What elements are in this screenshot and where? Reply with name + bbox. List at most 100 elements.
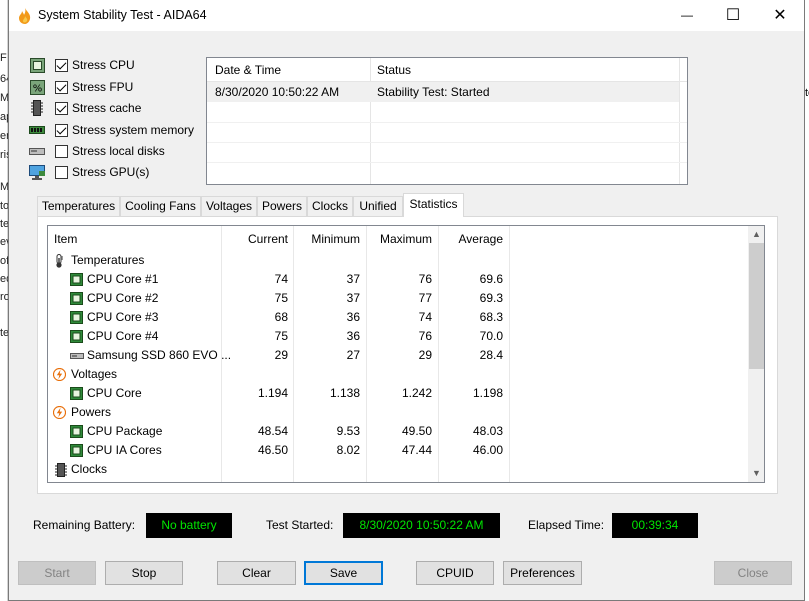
group-label: Voltages <box>71 367 118 381</box>
group-label: Temperatures <box>71 253 145 267</box>
cpu-chip-icon <box>29 57 45 73</box>
save-button[interactable]: Save <box>304 561 383 585</box>
minimum-value: 37 <box>346 291 360 305</box>
stress-disks-checkbox[interactable] <box>55 144 68 158</box>
stress-cache-label[interactable]: Stress cache <box>72 101 141 115</box>
stress-gpu-label[interactable]: Stress GPU(s) <box>72 165 149 179</box>
statistics-table[interactable]: Item Current Minimum Maximum Average Tem… <box>47 225 765 483</box>
background-text: ro <box>0 291 8 303</box>
log-column-divider <box>679 58 680 184</box>
log-header-datetime[interactable]: Date & Time <box>215 63 281 77</box>
table-row[interactable]: CPU Core #2 75 37 77 69.3 <box>48 289 748 308</box>
maximize-button[interactable]: ☐ <box>710 0 756 31</box>
table-row[interactable]: CPU Core 1.194 1.138 1.242 1.198 <box>48 384 748 403</box>
clear-button[interactable]: Clear <box>217 561 296 585</box>
log-row[interactable]: 8/30/2020 10:50:22 AM Stability Test: St… <box>207 82 679 102</box>
table-row[interactable]: CPU IA Cores 46.50 8.02 47.44 46.00 <box>48 441 748 460</box>
event-log-list[interactable]: Date & Time Status 8/30/2020 10:50:22 AM… <box>206 57 688 185</box>
background-text: ev <box>0 236 8 248</box>
stress-memory-option[interactable]: Stress system memory <box>29 120 194 140</box>
log-header: Date & Time Status <box>207 58 687 82</box>
stress-gpu-option[interactable]: Stress GPU(s) <box>29 162 149 182</box>
stress-fpu-option[interactable]: % Stress FPU <box>29 77 133 97</box>
tab-powers[interactable]: Powers <box>257 196 307 216</box>
current-value: 1.194 <box>257 386 288 400</box>
stress-disks-option[interactable]: Stress local disks <box>29 141 165 161</box>
group-row-powers[interactable]: Powers <box>48 403 748 422</box>
maximum-value: 77 <box>418 291 432 305</box>
header-average[interactable]: Average <box>441 226 503 252</box>
average-value: 68.3 <box>479 310 503 324</box>
tab-voltages[interactable]: Voltages <box>201 196 257 216</box>
cpu-chip-icon <box>70 422 83 441</box>
stress-memory-checkbox[interactable] <box>55 123 68 137</box>
close-button[interactable]: Close <box>714 561 792 585</box>
background-text: ris <box>0 149 8 161</box>
elapsed-time-value: 00:39:34 <box>612 513 698 538</box>
header-minimum[interactable]: Minimum <box>296 226 360 252</box>
background-text: ed <box>0 273 8 285</box>
minimum-value: 9.53 <box>336 424 360 438</box>
log-status: Stability Test: Started <box>377 85 490 99</box>
background-text: to <box>0 200 8 212</box>
stress-memory-label[interactable]: Stress system memory <box>72 123 194 137</box>
tab-temperatures[interactable]: Temperatures <box>37 196 120 216</box>
title-bar[interactable]: System Stability Test - AIDA64 — ☐ ✕ <box>9 0 804 31</box>
stress-fpu-label[interactable]: Stress FPU <box>72 80 133 94</box>
maximum-value: 1.242 <box>401 386 432 400</box>
start-button[interactable]: Start <box>18 561 96 585</box>
table-row[interactable]: CPU Core #1 74 37 76 69.6 <box>48 270 748 289</box>
stress-cpu-option[interactable]: Stress CPU <box>29 55 135 75</box>
scroll-up-icon[interactable]: ▲ <box>748 226 764 243</box>
test-started-label: Test Started: <box>266 518 334 532</box>
statistics-panel: Item Current Minimum Maximum Average Tem… <box>37 216 778 494</box>
header-maximum[interactable]: Maximum <box>369 226 432 252</box>
background-app-edge-right: te <box>805 0 809 601</box>
stop-button[interactable]: Stop <box>105 561 183 585</box>
table-row[interactable]: CPU Core #3 68 36 74 68.3 <box>48 308 748 327</box>
stress-gpu-checkbox[interactable] <box>55 165 68 179</box>
header-item[interactable]: Item <box>54 226 77 252</box>
stress-cpu-label[interactable]: Stress CPU <box>72 58 135 72</box>
scroll-down-icon[interactable]: ▼ <box>748 465 764 482</box>
tab-clocks[interactable]: Clocks <box>307 196 353 216</box>
log-datetime: 8/30/2020 10:50:22 AM <box>215 85 340 99</box>
item-label: CPU Core #1 <box>87 272 159 286</box>
average-value: 28.4 <box>479 348 503 362</box>
preferences-button[interactable]: Preferences <box>503 561 582 585</box>
maximum-value: 49.50 <box>401 424 432 438</box>
group-row-clocks[interactable]: Clocks <box>48 460 748 479</box>
cpu-chip-icon <box>70 479 83 482</box>
background-text: te <box>805 87 809 99</box>
stress-cache-option[interactable]: Stress cache <box>29 98 141 118</box>
table-row-partial <box>48 479 748 482</box>
item-label: CPU IA Cores <box>87 443 162 457</box>
stress-fpu-checkbox[interactable] <box>55 80 68 94</box>
test-started-value: 8/30/2020 10:50:22 AM <box>343 513 500 538</box>
table-row[interactable]: Samsung SSD 860 EVO ... 29 27 29 28.4 <box>48 346 748 365</box>
table-row[interactable]: CPU Package 48.54 9.53 49.50 48.03 <box>48 422 748 441</box>
stress-cpu-checkbox[interactable] <box>55 58 68 72</box>
minimum-value: 36 <box>346 329 360 343</box>
stress-disks-label[interactable]: Stress local disks <box>72 144 165 158</box>
tab-unified[interactable]: Unified <box>353 196 403 216</box>
aida64-flame-icon <box>19 8 31 24</box>
maximum-value: 74 <box>418 310 432 324</box>
group-row-voltages[interactable]: Voltages <box>48 365 748 384</box>
cpuid-button[interactable]: CPUID <box>416 561 494 585</box>
ssd-drive-icon <box>70 346 84 365</box>
tab-statistics[interactable]: Statistics <box>403 193 464 217</box>
scroll-thumb[interactable] <box>749 243 764 369</box>
close-window-button[interactable]: ✕ <box>757 0 803 31</box>
cache-chip-icon <box>29 100 45 116</box>
stress-cache-checkbox[interactable] <box>55 101 68 115</box>
lightning-icon <box>53 403 66 422</box>
minimize-button[interactable]: — <box>664 0 710 31</box>
background-text: of <box>0 255 8 267</box>
table-row[interactable]: CPU Core #4 75 36 76 70.0 <box>48 327 748 346</box>
vertical-scrollbar[interactable]: ▲ ▼ <box>748 226 764 482</box>
tab-cooling-fans[interactable]: Cooling Fans <box>120 196 201 216</box>
group-row-temperatures[interactable]: Temperatures <box>48 251 748 270</box>
log-header-status[interactable]: Status <box>377 63 411 77</box>
header-current[interactable]: Current <box>224 226 288 252</box>
